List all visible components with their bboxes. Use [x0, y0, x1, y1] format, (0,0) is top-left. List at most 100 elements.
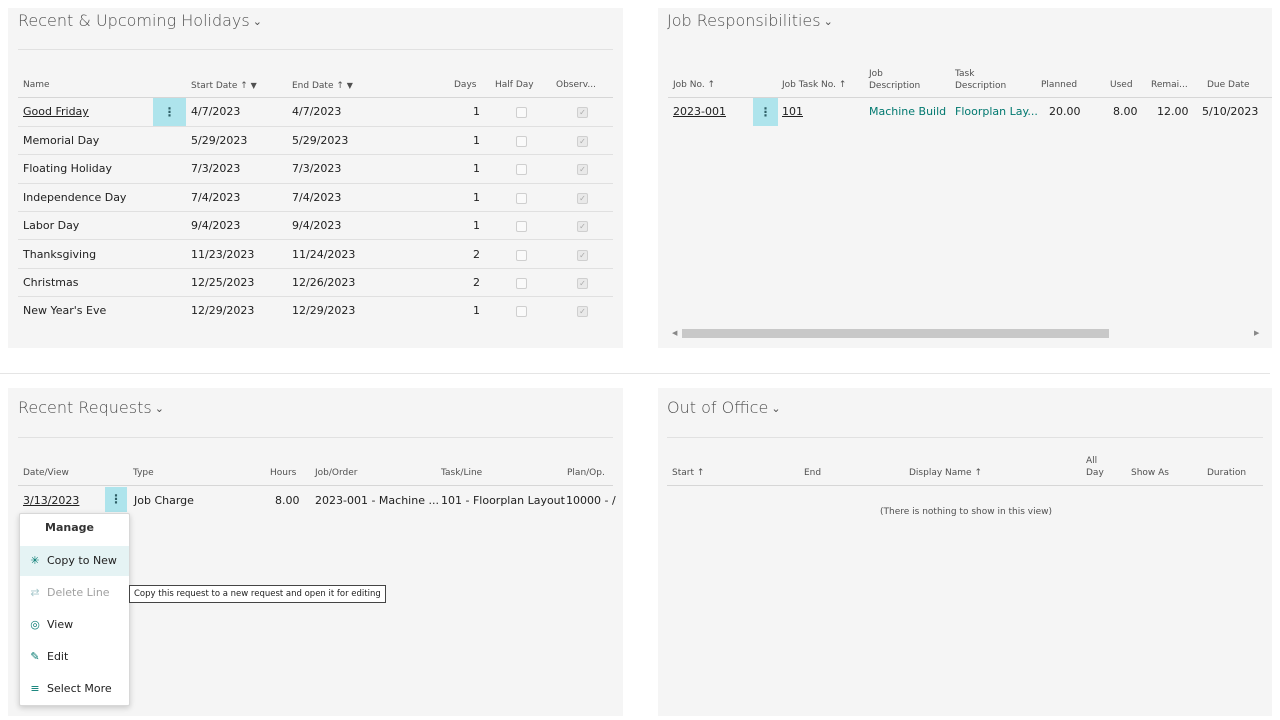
holiday-end-date: 7/3/2023 — [292, 162, 342, 175]
request-type: Job Charge — [134, 494, 194, 507]
menu-item-label: View — [47, 618, 74, 631]
holidays-title-divider — [18, 49, 613, 50]
col-job-task-no-header[interactable]: Job Task No. ↑ — [782, 80, 846, 91]
context-menu-header: Manage — [45, 521, 94, 534]
holiday-name[interactable]: Independence Day — [23, 191, 126, 204]
request-hours: 8.00 — [275, 494, 300, 507]
section-divider — [0, 373, 1270, 374]
col-name-header[interactable]: Name — [23, 80, 50, 91]
scroll-left-icon[interactable]: ◀ — [672, 327, 677, 340]
menu-item-label: Edit — [47, 650, 69, 663]
row-actions-button[interactable]: ⋮ — [105, 487, 127, 512]
col-job-description-header[interactable]: Job Description — [869, 69, 920, 92]
holiday-days: 1 — [473, 162, 480, 175]
request-date-link[interactable]: 3/13/2023 — [23, 494, 79, 507]
scrollbar-thumb[interactable] — [682, 329, 1109, 338]
col-show-as-header[interactable]: Show As — [1131, 468, 1169, 479]
filter-icon[interactable]: ▼ — [347, 81, 353, 90]
col-hours-header[interactable]: Hours — [270, 468, 296, 479]
col-end-date-header[interactable]: End Date ↑ ▼ — [292, 80, 353, 92]
holiday-name-link[interactable]: Good Friday — [23, 105, 89, 118]
col-observed-header[interactable]: Observ... — [556, 80, 596, 91]
menu-item-edit[interactable]: ✎ Edit — [20, 642, 129, 672]
job-task-no-link[interactable]: 101 — [782, 105, 803, 118]
holiday-end-date: 4/7/2023 — [292, 105, 342, 118]
request-plan-op: 10000 - / — [566, 494, 616, 507]
holiday-days: 1 — [473, 134, 480, 147]
recent-requests-title[interactable]: Recent Requests ⌄ — [18, 398, 164, 417]
holiday-start-date: 12/25/2023 — [191, 276, 255, 289]
row-actions-button[interactable]: ⋮ — [153, 98, 186, 126]
holiday-start-date: 9/4/2023 — [191, 219, 241, 232]
col-date-view-header[interactable]: Date/View — [23, 468, 69, 479]
chevron-down-icon: ⌄ — [823, 15, 833, 28]
job-responsibilities-title[interactable]: Job Responsibilities ⌄ — [667, 11, 833, 30]
col-job-no-header[interactable]: Job No. ↑ — [673, 80, 715, 91]
filter-icon[interactable]: ▼ — [251, 81, 257, 90]
row-actions-button[interactable]: ⋮ — [753, 98, 778, 126]
col-start-header[interactable]: Start ↑ — [672, 468, 704, 479]
context-menu: Manage ✳ Copy to New ⇄ Delete Line ◎ Vie… — [19, 513, 130, 706]
holiday-start-date: 5/29/2023 — [191, 134, 248, 147]
menu-item-delete-line[interactable]: ⇄ Delete Line — [20, 578, 129, 608]
job-no-link[interactable]: 2023-001 — [673, 105, 726, 118]
holiday-name[interactable]: Christmas — [23, 276, 78, 289]
holiday-name[interactable]: Thanksgiving — [23, 248, 96, 261]
col-all-day-header[interactable]: All Day — [1086, 456, 1104, 479]
col-half-day-header[interactable]: Half Day — [495, 80, 534, 91]
col-days-header[interactable]: Days — [454, 80, 476, 91]
holiday-start-date: 7/4/2023 — [191, 191, 241, 204]
observed-checkbox: ✓ — [577, 164, 588, 175]
holiday-end-date: 12/26/2023 — [292, 276, 356, 289]
holiday-name[interactable]: Floating Holiday — [23, 162, 112, 175]
col-type-header[interactable]: Type — [133, 468, 154, 479]
menu-item-select-more[interactable]: ≡ Select More — [20, 674, 129, 704]
out-of-office-title-text: Out of Office — [667, 398, 769, 417]
col-display-name-header[interactable]: Display Name ↑ — [909, 468, 982, 479]
holidays-title[interactable]: Recent & Upcoming Holidays ⌄ — [18, 11, 262, 30]
col-task-line-header[interactable]: Task/Line — [441, 468, 482, 479]
col-plan-op-header[interactable]: Plan/Op. — [567, 468, 605, 479]
out-of-office-panel: Out of Office ⌄ Start ↑ End Display Name … — [658, 388, 1272, 716]
holiday-days: 2 — [473, 276, 480, 289]
col-duration-header[interactable]: Duration — [1207, 468, 1246, 479]
header-divider — [18, 485, 613, 486]
menu-item-label: Copy to New — [47, 554, 117, 567]
col-end-header[interactable]: End — [804, 468, 821, 479]
header-divider — [18, 97, 613, 98]
col-used-header[interactable]: Used — [1110, 80, 1133, 91]
col-due-date-header[interactable]: Due Date — [1207, 80, 1250, 91]
task-description[interactable]: Floorplan Lay... — [955, 105, 1038, 118]
col-task-description-header[interactable]: Task Description — [955, 69, 1006, 92]
holiday-name[interactable]: New Year's Eve — [23, 304, 106, 317]
row-divider — [18, 154, 613, 155]
col-start-date-label: Start Date ↑ — [191, 81, 248, 91]
holiday-start-date: 4/7/2023 — [191, 105, 241, 118]
row-divider — [18, 296, 613, 297]
half-day-checkbox — [516, 221, 527, 232]
header-divider — [667, 485, 1263, 486]
col-end-date-label: End Date ↑ — [292, 81, 344, 91]
holiday-name[interactable]: Memorial Day — [23, 134, 99, 147]
menu-item-copy-to-new[interactable]: ✳ Copy to New — [20, 546, 129, 576]
job-description[interactable]: Machine Build — [869, 105, 946, 118]
remaining-value: 12.00 — [1157, 105, 1189, 118]
col-job-order-header[interactable]: Job/Order — [315, 468, 357, 479]
holiday-name[interactable]: Labor Day — [23, 219, 79, 232]
scroll-right-icon[interactable]: ▶ — [1254, 327, 1259, 340]
row-divider — [18, 126, 613, 127]
planned-value: 20.00 — [1049, 105, 1081, 118]
col-start-date-header[interactable]: Start Date ↑ ▼ — [191, 80, 257, 92]
ooo-title-divider — [667, 437, 1263, 438]
holiday-end-date: 9/4/2023 — [292, 219, 342, 232]
half-day-checkbox — [516, 107, 527, 118]
job-responsibilities-title-text: Job Responsibilities — [667, 11, 821, 30]
horizontal-scrollbar[interactable]: ◀ ▶ — [670, 327, 1262, 340]
holiday-start-date: 7/3/2023 — [191, 162, 241, 175]
col-planned-header[interactable]: Planned — [1041, 80, 1077, 91]
col-remaining-header[interactable]: Remai... — [1151, 80, 1188, 91]
menu-item-view[interactable]: ◎ View — [20, 610, 129, 640]
col-all-day-line1: All — [1086, 456, 1098, 466]
row-divider — [18, 239, 613, 240]
out-of-office-title[interactable]: Out of Office ⌄ — [667, 398, 781, 417]
